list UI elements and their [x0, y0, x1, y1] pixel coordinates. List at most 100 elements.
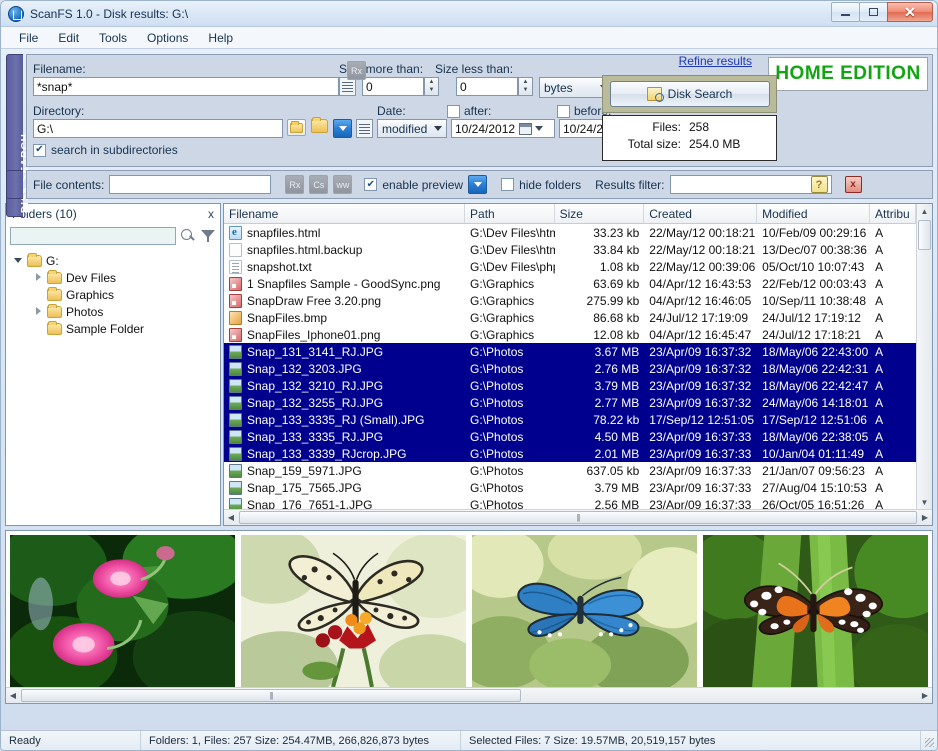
thumbnail-paper-kite-butterfly[interactable]: [241, 535, 466, 687]
column-header-path[interactable]: Path: [465, 204, 555, 223]
table-row[interactable]: snapshot.txtG:\Dev Files\php1.08 kb22/Ma…: [224, 258, 916, 275]
table-row[interactable]: Snap_132_3255_RJ.JPGG:\Photos2.77 MB23/A…: [224, 394, 916, 411]
file-type-jpg-icon: [229, 345, 242, 359]
contents-regex-button[interactable]: Rx: [285, 175, 304, 194]
table-row[interactable]: 1 Snapfiles Sample - GoodSync.pngG:\Grap…: [224, 275, 916, 292]
column-header-filename[interactable]: Filename: [224, 204, 465, 223]
chevron-right-icon[interactable]: [34, 307, 43, 316]
hide-folders-checkbox[interactable]: [501, 178, 514, 191]
preview-horizontal-scrollbar[interactable]: ◀ ||| ▶: [6, 687, 932, 703]
table-row[interactable]: snapfiles.html.backupG:\Dev Files\html33…: [224, 241, 916, 258]
menu-item-options[interactable]: Options: [137, 29, 198, 47]
results-horizontal-scrollbar[interactable]: ◀ ||| ▶: [224, 509, 932, 525]
folders-search-input[interactable]: [10, 227, 176, 245]
thumbnail-blue-morpho-butterfly[interactable]: [472, 535, 697, 687]
tree-node-drive-g[interactable]: G:: [14, 252, 220, 269]
table-row[interactable]: SnapDraw Free 3.20.pngG:\Graphics275.99 …: [224, 292, 916, 309]
after-checkbox[interactable]: [447, 105, 460, 118]
thumbnail-orange-tiger-butterfly[interactable]: [703, 535, 928, 687]
column-header-size[interactable]: Size: [555, 204, 645, 223]
size-more-input[interactable]: 0: [362, 77, 424, 96]
cell-filename: snapfiles.html: [224, 226, 465, 240]
tree-node-photos[interactable]: Photos: [14, 303, 220, 320]
results-vertical-scrollbar[interactable]: ▲ ▼: [916, 204, 932, 509]
menu-item-tools[interactable]: Tools: [89, 29, 137, 47]
folders-panel-close-button[interactable]: x: [208, 207, 214, 221]
scroll-up-icon[interactable]: ▲: [918, 204, 932, 218]
column-header-created[interactable]: Created: [644, 204, 757, 223]
table-row[interactable]: SnapFiles_Iphone01.pngG:\Graphics12.08 k…: [224, 326, 916, 343]
scroll-right-icon[interactable]: ▶: [918, 689, 932, 703]
scroll-down-icon[interactable]: ▼: [918, 495, 932, 509]
size-more-stepper[interactable]: ▲▼: [424, 77, 439, 96]
cell-modified: 18/May/06 22:38:05: [757, 430, 870, 444]
directory-input[interactable]: G:\: [33, 119, 283, 138]
scroll-left-icon[interactable]: ◀: [6, 689, 20, 703]
table-row[interactable]: Snap_133_3339_RJcrop.JPGG:\Photos2.01 MB…: [224, 445, 916, 462]
horizontal-scroll-thumb[interactable]: |||: [239, 511, 917, 524]
tree-node-dev-files[interactable]: Dev Files: [14, 269, 220, 286]
table-row[interactable]: snapfiles.htmlG:\Dev Files\html33.23 kb2…: [224, 224, 916, 241]
magnifier-icon[interactable]: [180, 228, 196, 244]
size-less-input[interactable]: 0: [456, 77, 518, 96]
directory-history-icon[interactable]: [356, 119, 373, 138]
resize-grip-icon[interactable]: [921, 734, 935, 748]
file-contents-input[interactable]: [109, 175, 271, 194]
file-contents-tab[interactable]: [6, 170, 23, 199]
enable-preview-checkbox[interactable]: [364, 178, 377, 191]
table-row[interactable]: Snap_159_5971.JPGG:\Photos637.05 kb23/Ap…: [224, 462, 916, 479]
minimize-button[interactable]: [831, 2, 860, 22]
vertical-scroll-thumb[interactable]: [918, 220, 931, 250]
results-filter-clear-button[interactable]: x: [845, 176, 862, 193]
before-checkbox[interactable]: [557, 105, 570, 118]
cell-path: G:\Photos: [465, 396, 555, 410]
preview-scroll-thumb[interactable]: |||: [21, 689, 521, 702]
scroll-left-icon[interactable]: ◀: [224, 511, 238, 525]
table-row[interactable]: Snap_132_3203.JPGG:\Photos2.76 MB23/Apr/…: [224, 360, 916, 377]
results-header-row: Filename Path Size Created Modified Attr…: [224, 204, 916, 224]
browse-folder-button[interactable]: [287, 119, 306, 136]
table-row[interactable]: Snap_133_3335_RJ (Small).JPGG:\Photos78.…: [224, 411, 916, 428]
chevron-down-icon[interactable]: [14, 256, 23, 265]
table-row[interactable]: Snap_176_7651-1.JPGG:\Photos2.56 MB23/Ap…: [224, 496, 916, 509]
results-filter-help-button[interactable]: ?: [811, 176, 828, 193]
table-row[interactable]: Snap_131_3141_RJ.JPGG:\Photos3.67 MB23/A…: [224, 343, 916, 360]
cell-modified: 13/Dec/07 00:38:36: [757, 243, 870, 257]
refine-results-link[interactable]: Refine results: [679, 54, 752, 68]
table-row[interactable]: SnapFiles.bmpG:\Graphics86.68 kb24/Jul/1…: [224, 309, 916, 326]
tree-node-graphics[interactable]: Graphics: [14, 286, 220, 303]
directory-dropdown-button[interactable]: [333, 119, 352, 138]
maximize-button[interactable]: [859, 2, 888, 22]
contents-case-button[interactable]: Cs: [309, 175, 328, 194]
column-header-attributes[interactable]: Attribu: [870, 204, 916, 223]
filename-regex-button[interactable]: Rx: [347, 61, 366, 80]
menu-item-file[interactable]: File: [9, 29, 48, 47]
chevron-down-icon[interactable]: [535, 126, 543, 131]
menu-item-edit[interactable]: Edit: [48, 29, 89, 47]
funnel-icon[interactable]: [200, 228, 216, 244]
table-row[interactable]: Snap_132_3210_RJ.JPGG:\Photos3.79 MB23/A…: [224, 377, 916, 394]
after-date-input[interactable]: 10/24/2012: [451, 119, 555, 138]
cell-path: G:\Photos: [465, 345, 555, 359]
menu-item-help[interactable]: Help: [198, 29, 243, 47]
contents-wholeword-button[interactable]: ww: [333, 175, 352, 194]
disk-search-button[interactable]: Disk Search: [610, 81, 770, 107]
open-folder-button[interactable]: [311, 119, 328, 133]
table-row[interactable]: Snap_175_7565.JPGG:\Photos3.79 MB23/Apr/…: [224, 479, 916, 496]
thumbnail-pink-mimosa-flowers[interactable]: [10, 535, 235, 687]
preview-options-button[interactable]: [468, 175, 487, 194]
search-subdirectories-checkbox[interactable]: [33, 144, 46, 157]
chevron-right-icon[interactable]: [34, 273, 43, 282]
table-row[interactable]: Snap_133_3335_RJ.JPGG:\Photos4.50 MB23/A…: [224, 428, 916, 445]
size-less-stepper[interactable]: ▲▼: [518, 77, 533, 96]
close-button[interactable]: ✕: [887, 2, 933, 22]
tree-node-sample-folder[interactable]: Sample Folder: [14, 320, 220, 337]
scroll-right-icon[interactable]: ▶: [918, 511, 932, 525]
results-list[interactable]: snapfiles.htmlG:\Dev Files\html33.23 kb2…: [224, 224, 916, 509]
date-mode-select[interactable]: modified: [377, 119, 447, 138]
results-filter-input[interactable]: ?: [670, 175, 832, 194]
column-header-modified[interactable]: Modified: [757, 204, 870, 223]
calendar-icon[interactable]: [519, 123, 532, 135]
filename-input[interactable]: *snap*: [33, 77, 339, 96]
file-type-bmp-icon: [229, 311, 242, 325]
